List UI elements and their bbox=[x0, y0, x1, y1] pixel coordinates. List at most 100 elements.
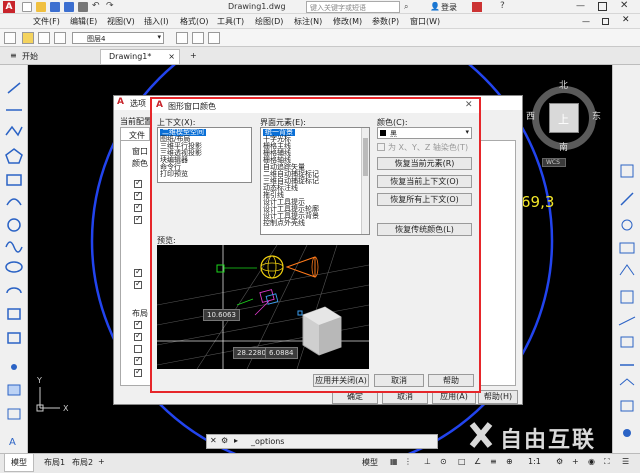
layer-on-icon[interactable] bbox=[22, 32, 34, 44]
option-checkbox-11[interactable] bbox=[134, 367, 142, 377]
user-icon[interactable]: 👤 bbox=[430, 2, 440, 11]
view-cube[interactable]: 上 北 南 东 西 WCS bbox=[526, 78, 604, 168]
fullscreen-icon[interactable]: ⛶ bbox=[604, 457, 610, 467]
restore-all-contexts-button[interactable]: 恢复所有上下文(O) bbox=[377, 193, 472, 206]
menu-insert[interactable]: 插入(I) bbox=[144, 16, 169, 27]
help-icon[interactable]: ? bbox=[500, 1, 505, 11]
menu-dimension[interactable]: 标注(N) bbox=[294, 16, 322, 27]
restore-current-context-button[interactable]: 恢复当前上下文(O) bbox=[377, 175, 472, 188]
options-help-button[interactable]: 帮助(H) bbox=[478, 390, 518, 404]
wcs-menu[interactable]: WCS bbox=[542, 158, 566, 167]
compass-north[interactable]: 北 bbox=[559, 78, 568, 91]
option-checkbox-8[interactable] bbox=[134, 331, 142, 341]
print-icon[interactable] bbox=[78, 2, 88, 12]
close-icon[interactable]: ✕ bbox=[465, 100, 473, 110]
command-recent-icon[interactable]: ▸ bbox=[234, 436, 238, 445]
color-dropdown[interactable]: 黑 ▾ bbox=[377, 127, 472, 139]
menu-modify[interactable]: 修改(M) bbox=[333, 16, 362, 27]
save-as-icon[interactable] bbox=[64, 2, 74, 12]
osnap-icon[interactable]: □ bbox=[458, 457, 466, 466]
login-link[interactable]: 登录 bbox=[441, 2, 457, 13]
help-button[interactable]: 帮助 bbox=[428, 374, 474, 387]
model-space-button[interactable]: 模型 bbox=[362, 457, 378, 468]
otrack-icon[interactable]: ∠ bbox=[474, 457, 481, 466]
search-input[interactable]: 键入关键字或短语 bbox=[306, 1, 400, 13]
snap-icon[interactable]: ⋮ bbox=[404, 457, 412, 466]
apply-close-button[interactable]: 应用并关闭(A) bbox=[313, 374, 369, 387]
layer-lock-icon[interactable] bbox=[54, 32, 66, 44]
restore-current-element-button[interactable]: 恢复当前元素(R) bbox=[377, 157, 472, 170]
new-tab-button[interactable]: + bbox=[182, 49, 205, 64]
tab-drawing1[interactable]: Drawing1* × bbox=[100, 49, 180, 64]
menu-restore-icon[interactable] bbox=[602, 18, 609, 25]
plus-icon[interactable]: + bbox=[572, 457, 579, 466]
option-checkbox-7[interactable] bbox=[134, 319, 142, 329]
option-checkbox-3[interactable] bbox=[134, 202, 142, 212]
menu-edit[interactable]: 编辑(E) bbox=[70, 16, 97, 27]
menu-format[interactable]: 格式(O) bbox=[180, 16, 209, 27]
list-scroll-thumb[interactable] bbox=[363, 138, 368, 176]
option-checkbox-6[interactable] bbox=[134, 279, 142, 289]
match-layer-icon[interactable] bbox=[192, 32, 204, 44]
undo-icon[interactable]: ↶ bbox=[92, 2, 102, 12]
new-file-icon[interactable] bbox=[22, 2, 32, 12]
command-line[interactable]: ✕ ⚙ ▸ _options bbox=[206, 434, 438, 449]
layer-properties-icon[interactable] bbox=[4, 32, 16, 44]
option-checkbox-9[interactable] bbox=[134, 345, 142, 353]
compass-east[interactable]: 东 bbox=[592, 109, 601, 122]
tint-axes-checkbox[interactable] bbox=[377, 143, 385, 151]
menu-parametric[interactable]: 参数(P) bbox=[372, 16, 399, 27]
menu-minimize-icon[interactable]: — bbox=[582, 17, 590, 26]
menu-close-icon[interactable]: ✕ bbox=[622, 15, 630, 25]
exchange-icon[interactable] bbox=[472, 2, 482, 12]
option-checkbox-10[interactable] bbox=[134, 355, 142, 365]
compass-west[interactable]: 西 bbox=[526, 109, 535, 122]
menu-window[interactable]: 窗口(W) bbox=[410, 16, 440, 27]
context-item[interactable]: 打印预览 bbox=[160, 171, 188, 178]
lineweight-icon[interactable]: ≡ bbox=[490, 457, 497, 466]
minimize-button[interactable]: — bbox=[576, 1, 585, 11]
tab-layout2[interactable]: 布局2 bbox=[72, 457, 93, 468]
restore-classic-colors-button[interactable]: 恢复传统颜色(L) bbox=[377, 223, 472, 236]
command-close-icon[interactable]: ✕ bbox=[210, 436, 217, 445]
cancel-button[interactable]: 取消 bbox=[374, 374, 424, 387]
command-settings-icon[interactable]: ⚙ bbox=[221, 436, 228, 445]
customize-icon[interactable]: ☰ bbox=[622, 457, 629, 466]
previous-layer-icon[interactable] bbox=[208, 32, 220, 44]
option-checkbox-5[interactable] bbox=[134, 267, 142, 277]
tab-model[interactable]: 模型 bbox=[4, 454, 34, 472]
tab-file[interactable]: 文件 bbox=[120, 127, 150, 140]
grid-icon[interactable]: ▦ bbox=[390, 457, 398, 466]
app-logo-icon[interactable]: A bbox=[3, 1, 15, 13]
polar-icon[interactable]: ⊙ bbox=[440, 457, 447, 466]
search-icon[interactable]: ⌕ bbox=[404, 2, 408, 12]
annotation-scale[interactable]: 1:1 bbox=[528, 457, 541, 466]
redo-icon[interactable]: ↷ bbox=[106, 2, 116, 12]
option-checkbox-1[interactable] bbox=[134, 178, 142, 188]
make-current-icon[interactable] bbox=[176, 32, 188, 44]
workspace-gear-icon[interactable]: ⚙ bbox=[556, 457, 563, 466]
save-icon[interactable] bbox=[50, 2, 60, 12]
option-checkbox-2[interactable] bbox=[134, 190, 142, 200]
open-folder-icon[interactable] bbox=[36, 2, 46, 12]
option-checkbox-4[interactable] bbox=[134, 214, 142, 224]
menu-tools[interactable]: 工具(T) bbox=[217, 16, 244, 27]
restore-button[interactable] bbox=[598, 2, 607, 11]
list-scrollbar[interactable] bbox=[361, 128, 369, 234]
context-list[interactable]: 二维模型空间 图纸/布局 三维平行投影 三维透视投影 块编辑器 命令行 打印预览 bbox=[157, 127, 252, 183]
tab-layout1[interactable]: 布局1 bbox=[44, 457, 65, 468]
menu-file[interactable]: 文件(F) bbox=[33, 16, 60, 27]
menu-draw[interactable]: 绘图(D) bbox=[255, 16, 283, 27]
compass-south[interactable]: 南 bbox=[559, 140, 568, 153]
isolate-icon[interactable]: ◉ bbox=[588, 457, 595, 466]
annotation-icon[interactable]: ⊕ bbox=[506, 457, 513, 466]
layer-dropdown[interactable]: 图层4 ▾ bbox=[72, 32, 164, 44]
ortho-icon[interactable]: ⊥ bbox=[424, 457, 431, 466]
tab-start[interactable]: 开始 bbox=[14, 49, 46, 64]
layer-freeze-icon[interactable] bbox=[38, 32, 50, 44]
add-layout-button[interactable]: + bbox=[98, 457, 105, 466]
tab-close-icon[interactable]: × bbox=[168, 52, 175, 61]
interface-elements-list[interactable]: 统一背景 十字光标 栅格主线 栅格辅线 栅格轴线 自动追踪矢量 二维自动捕捉标记… bbox=[260, 127, 370, 235]
interface-item[interactable]: 控制点外壳线 bbox=[263, 220, 305, 227]
close-button[interactable]: ✕ bbox=[620, 0, 628, 11]
